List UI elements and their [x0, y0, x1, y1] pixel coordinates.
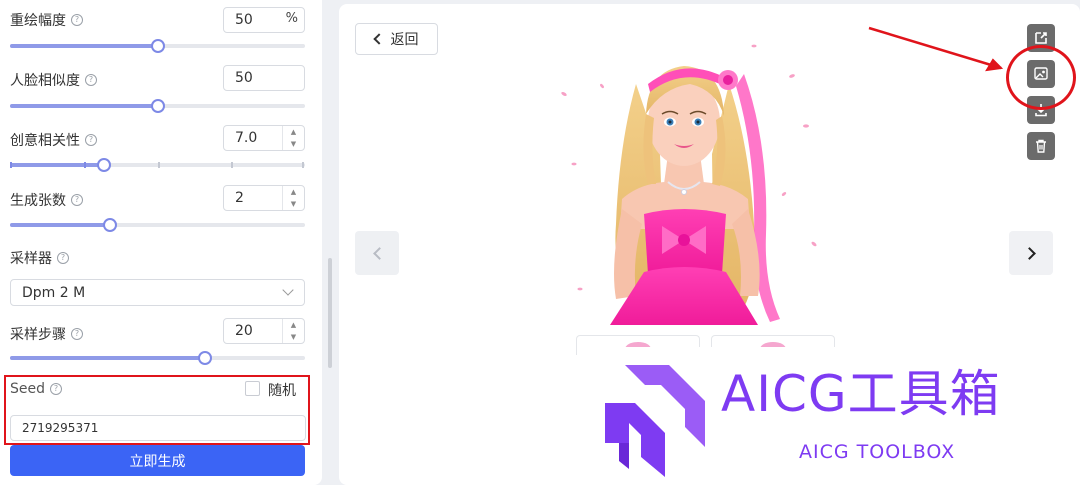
next-image-button[interactable] [1009, 231, 1053, 275]
stepper-up-icon[interactable]: ▲ [283, 319, 304, 331]
image-count-label: 生成张数 ? [10, 190, 83, 210]
help-icon[interactable]: ? [71, 194, 83, 206]
help-icon[interactable]: ? [71, 14, 83, 26]
chevron-left-icon [372, 246, 386, 260]
help-icon[interactable]: ? [85, 74, 97, 86]
watermark-title: AICG工具箱 [721, 365, 1001, 423]
redraw-strength-slider[interactable] [10, 39, 305, 53]
seed-label: Seed ? [10, 381, 62, 397]
slider-tick [83, 162, 86, 168]
stepper[interactable]: ▲ ▼ [282, 126, 304, 150]
slider-thumb[interactable] [150, 99, 165, 113]
stepper-down-icon[interactable]: ▼ [283, 198, 304, 210]
share-icon [1035, 32, 1047, 44]
settings-scrollbar[interactable] [328, 258, 332, 368]
image-count-input[interactable]: 2 ▲ ▼ [223, 185, 305, 211]
face-similarity-input[interactable]: 50 [223, 65, 305, 91]
chevron-down-icon [282, 284, 294, 296]
slider-tick [157, 162, 160, 168]
trash-icon [1036, 139, 1046, 153]
creativity-label: 创意相关性 ? [10, 130, 97, 150]
sampling-steps-input[interactable]: 20 ▲ ▼ [223, 318, 305, 344]
generate-button[interactable]: 立即生成 [10, 445, 305, 476]
stepper[interactable]: ▲ ▼ [282, 319, 304, 343]
slider-thumb[interactable] [97, 158, 112, 172]
stepper-down-icon[interactable]: ▼ [283, 138, 304, 150]
chevron-right-icon [1022, 246, 1036, 260]
aicg-toolbox-watermark: AICG工具箱 AICG TOOLBOX [587, 347, 1080, 485]
stepper-up-icon[interactable]: ▲ [283, 186, 304, 198]
face-similarity-slider[interactable] [10, 99, 305, 113]
creativity-slider[interactable] [10, 158, 305, 172]
stepper-down-icon[interactable]: ▼ [283, 331, 304, 343]
generated-image [544, 34, 824, 325]
slider-thumb[interactable] [150, 39, 165, 53]
sampler-select[interactable]: Dpm 2 M [10, 279, 305, 306]
slider-tick [302, 162, 305, 168]
sampling-steps-label: 采样步骤 ? [10, 324, 83, 344]
redraw-strength-input[interactable]: 50 % [223, 7, 305, 33]
back-button[interactable]: 返回 [355, 23, 438, 55]
help-icon[interactable]: ? [57, 252, 69, 264]
help-icon[interactable]: ? [85, 134, 97, 146]
settings-panel: 重绘幅度 ? 50 % 人脸相似度 ? 50 创意相关性 ? 7.0 ▲ ▼ 生… [0, 0, 322, 485]
face-similarity-label: 人脸相似度 ? [10, 70, 97, 90]
sampler-label: 采样器 ? [10, 248, 69, 268]
help-icon[interactable]: ? [50, 383, 62, 395]
image-count-slider[interactable] [10, 218, 305, 232]
slider-thumb[interactable] [197, 351, 212, 365]
random-seed-checkbox[interactable] [245, 381, 260, 396]
previous-image-button[interactable] [355, 231, 399, 275]
annotation-arrow [868, 26, 1004, 72]
random-seed-label[interactable]: 随机 [268, 380, 296, 400]
delete-button[interactable] [1027, 132, 1055, 160]
stepper-up-icon[interactable]: ▲ [283, 126, 304, 138]
sampling-steps-slider[interactable] [10, 351, 305, 365]
chevron-left-icon [372, 33, 385, 45]
seed-input[interactable]: 2719295371 [10, 415, 306, 441]
slider-tick [231, 162, 234, 168]
help-icon[interactable]: ? [71, 328, 83, 340]
slider-thumb[interactable] [103, 218, 118, 232]
creativity-input[interactable]: 7.0 ▲ ▼ [223, 125, 305, 151]
redraw-strength-label: 重绘幅度 ? [10, 10, 83, 30]
watermark-subtitle: AICG TOOLBOX [799, 441, 956, 463]
aicg-logo-icon [605, 365, 705, 477]
stepper[interactable]: ▲ ▼ [282, 186, 304, 210]
slider-tick [10, 162, 12, 168]
generated-portrait-illustration [561, 44, 817, 325]
